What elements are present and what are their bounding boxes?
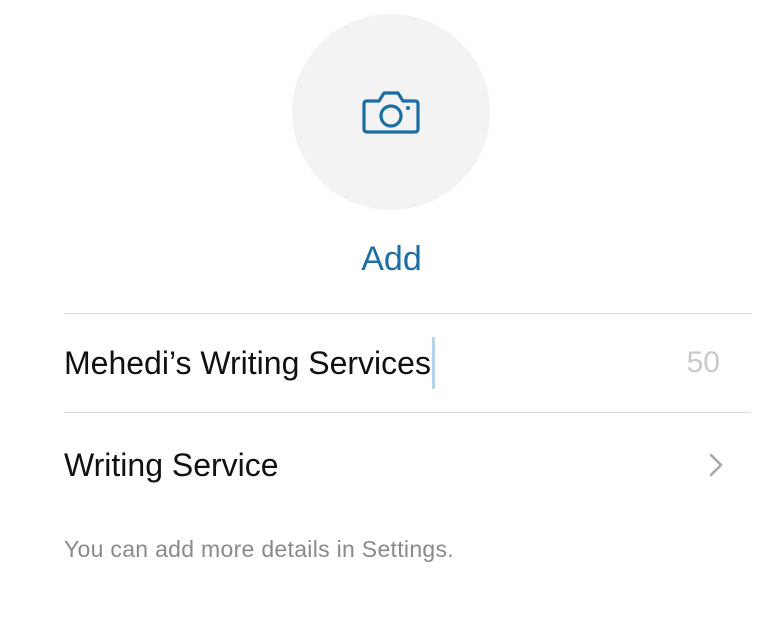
category-row[interactable]: Writing Service bbox=[64, 413, 724, 517]
business-name-input[interactable]: Mehedi’s Writing Services bbox=[64, 314, 687, 412]
add-photo-label[interactable]: Add bbox=[0, 240, 783, 279]
settings-hint-text: You can add more details in Settings. bbox=[64, 536, 454, 562]
add-photo-button[interactable] bbox=[292, 14, 490, 210]
business-name-value: Mehedi’s Writing Services bbox=[64, 344, 431, 381]
camera-icon bbox=[362, 91, 420, 134]
business-name-row: Mehedi’s Writing Services 50 bbox=[64, 314, 720, 412]
character-counter: 50 bbox=[686, 346, 720, 379]
chevron-right-icon bbox=[709, 453, 723, 477]
text-cursor bbox=[431, 337, 435, 389]
category-label: Writing Service bbox=[64, 446, 279, 483]
